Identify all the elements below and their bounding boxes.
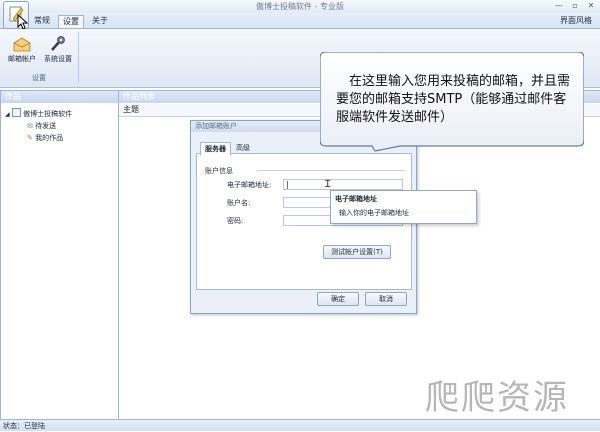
tooltip-body: 输入你的电子邮箱地址 <box>339 209 409 217</box>
pending-icon: ✉ <box>27 122 33 130</box>
email-tooltip: 电子邮箱地址 输入你的电子邮箱地址 <box>330 190 477 224</box>
minimize-button[interactable]: — <box>552 0 566 12</box>
account-info-section: 账户信息 <box>205 167 233 175</box>
tab-general[interactable]: 常规 <box>30 15 54 27</box>
tree-item-pending[interactable]: ✉ 待发送 <box>1 120 118 132</box>
text-caret: | <box>286 180 289 189</box>
system-settings-button[interactable]: 系统设置 <box>40 33 76 69</box>
test-account-button[interactable]: 测试帐户设置(T) <box>323 245 391 259</box>
tree-item-label: 待发送 <box>35 122 57 130</box>
interface-style-menu[interactable]: 界面风格 <box>556 15 596 27</box>
tree-item-label: 我的作品 <box>35 134 64 142</box>
my-works-icon: ✎ <box>27 134 33 142</box>
password-label: 密码: <box>227 217 244 225</box>
mouse-cursor-icon <box>17 14 29 30</box>
tree-expand-icon[interactable]: ◢ <box>5 111 10 118</box>
mailbox-icon <box>13 37 31 52</box>
section-divider <box>257 170 405 171</box>
account-name-label: 账户名: <box>227 199 251 207</box>
tab-settings[interactable]: 设置 <box>58 15 84 28</box>
ribbon-group-label: 设置 <box>32 74 46 82</box>
settings-icon <box>51 36 65 51</box>
tree-item-label: 傲博士投稿软件 <box>23 110 73 118</box>
tab-server[interactable]: 服务器 <box>200 142 231 156</box>
text-cursor-icon: Ɪ <box>325 179 331 190</box>
works-tree-pane: 作品 ◢ 傲博士投稿软件 ✉ 待发送 ✎ 我的作品 <box>0 90 119 420</box>
mail-account-button[interactable]: 邮箱帐户 <box>4 33 40 69</box>
root-node-icon <box>11 108 21 117</box>
tree-item-my-works[interactable]: ✎ 我的作品 <box>1 132 118 144</box>
title-bar: 傲博士投稿软件 - 专业版 — ▫ ✕ <box>0 0 600 14</box>
watermark: 爬爬资源 <box>425 378 569 418</box>
tree-item-root[interactable]: ◢ 傲博士投稿软件 <box>1 108 118 120</box>
close-button[interactable]: ✕ <box>584 0 598 12</box>
ribbon-tab-bar: 常规 设置 关于 界面风格 <box>0 13 600 29</box>
tab-about[interactable]: 关于 <box>88 15 112 27</box>
tooltip-title: 电子邮箱地址 <box>335 195 377 203</box>
ribbon-group-divider <box>78 32 79 82</box>
system-settings-label: 系统设置 <box>44 55 72 63</box>
maximize-button[interactable]: ▫ <box>568 0 582 12</box>
tab-advanced[interactable]: 高级 <box>232 142 254 154</box>
email-label: 电子邮箱地址: <box>227 181 272 189</box>
email-field[interactable]: | <box>283 179 403 190</box>
status-bar: 状态：已登陆 <box>0 419 600 431</box>
cancel-button[interactable]: 取消 <box>365 292 407 306</box>
callout-text: 在这里输入您用来投稿的邮箱，并且需要您的邮箱支持SMTP（能够通过邮件客服端软件… <box>336 74 571 125</box>
works-pane-header: 作品 <box>1 91 118 103</box>
column-header-label: 主题 <box>123 105 139 114</box>
mail-account-label: 邮箱帐户 <box>8 55 36 63</box>
app-title: 傲博士投稿软件 - 专业版 <box>256 2 344 11</box>
status-text: 状态：已登陆 <box>3 422 45 430</box>
ok-button[interactable]: 确定 <box>317 292 359 306</box>
